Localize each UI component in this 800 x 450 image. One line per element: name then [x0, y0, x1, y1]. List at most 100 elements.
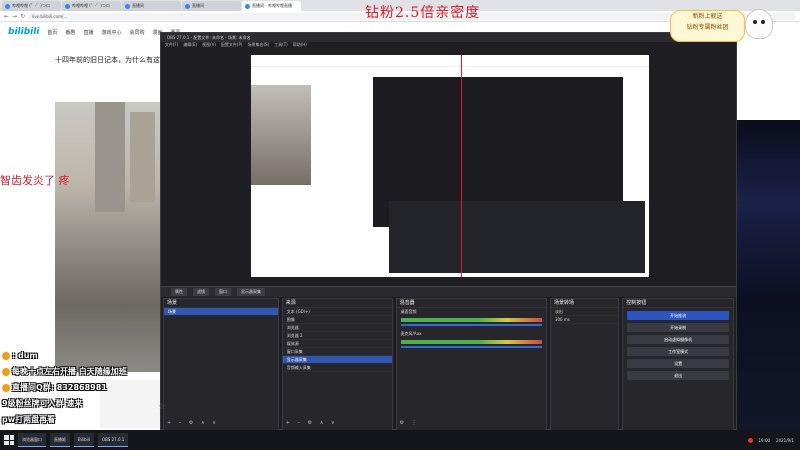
chat-overlay: : dum 每晚十点左右开播 白天随缘加班 直播间Q群: 832868981 9…: [0, 348, 162, 428]
filters-button[interactable]: 滤镜: [193, 288, 209, 296]
badge-line: 新粉上舰送: [692, 13, 723, 20]
scene-item[interactable]: 场景: [164, 308, 278, 316]
promo-badge: 新粉上舰送 钻粉专属粉丝团: [670, 10, 745, 42]
taskbar-item[interactable]: 直播姬: [50, 433, 70, 447]
browser-tab[interactable]: 哔哩哔哩 (゜-゜)つロ: [62, 1, 121, 11]
windows-start-icon[interactable]: [4, 435, 14, 445]
system-tray: 19:00 2021/9/1: [747, 437, 800, 443]
controls-dock: 控制按钮 开始推流 开始录制 启动虚拟摄像机 工作室模式 设置 退出: [622, 298, 734, 431]
obs-title-bar: OBS 27.0.1 - 配置文件: 未命名 - 场景: 未命名: [161, 33, 736, 42]
scene-controls[interactable]: + – ⚙ ∧ ∨: [167, 420, 219, 426]
source-item[interactable]: 浏览器 2: [282, 332, 392, 340]
chat-line: 直播间Q群: 832868981: [0, 380, 162, 396]
dock-title: 场景: [164, 299, 278, 308]
bilibili-logo[interactable]: bilibili: [8, 27, 39, 37]
source-item[interactable]: 浏览器: [282, 324, 392, 332]
browser-tab[interactable]: 直播间: [182, 1, 241, 11]
tiktok-icon: [2, 351, 10, 360]
menu-item[interactable]: 配置文件(P): [221, 42, 243, 48]
source-item[interactable]: 音频输入采集: [282, 364, 392, 372]
nav-link[interactable]: 番剧: [65, 29, 75, 36]
sources-dock: 来源 文本 (GDI+) 图像 浏览器 浏览器 2 媒体源 窗口采集 显示器采集…: [281, 298, 393, 431]
reload-icon[interactable]: ↻: [20, 13, 25, 20]
tab-favicon-icon: [125, 3, 130, 9]
source-item-selected[interactable]: 显示器采集: [282, 356, 392, 364]
video-thumbnail[interactable]: [55, 102, 165, 372]
nav-link[interactable]: 会员购: [129, 29, 144, 36]
audio-meter: [400, 318, 542, 322]
chat-line: 每晚十点左右开播 白天随缘加班: [0, 364, 162, 380]
mixer-channel-label: 桌面音频: [400, 309, 417, 314]
transition-select[interactable]: 淡出: [550, 308, 619, 316]
menu-item[interactable]: 编辑(E): [183, 42, 197, 48]
caption-overlay: 智齿发炎了 疼: [0, 174, 70, 187]
studio-mode-button[interactable]: 工作室模式: [627, 347, 729, 356]
stream-title-overlay: 钻粉2.5倍亲密度: [365, 5, 481, 21]
taskbar-item[interactable]: OBS 27.0.1: [97, 433, 129, 447]
forward-icon[interactable]: →: [12, 13, 17, 20]
dock-title: 来源: [282, 299, 392, 308]
building-shape: [95, 102, 125, 212]
tab-favicon-icon: [185, 3, 190, 9]
menu-item[interactable]: 工具(T): [274, 42, 288, 48]
side-panel: [737, 40, 800, 430]
virtual-camera-button[interactable]: 启动虚拟摄像机: [627, 335, 729, 344]
duration-field[interactable]: 300 ms: [550, 316, 619, 324]
chat-line: 9级粉丝牌可入群 速来: [2, 399, 83, 408]
mixer-channel-label: 麦克风/Aux: [400, 331, 422, 336]
menu-item[interactable]: 文件(F): [165, 42, 178, 48]
menu-item[interactable]: 场景集合(S): [247, 42, 269, 48]
tray-date[interactable]: 2021/9/1: [776, 438, 794, 443]
taskbar-item[interactable]: 浏览器窗口: [18, 433, 46, 447]
browser-tab[interactable]: 直播间: [122, 1, 181, 11]
properties-button[interactable]: 属性: [171, 288, 187, 296]
transitions-dock: 场景转场 淡出 300 ms: [549, 298, 620, 431]
chat-line: pw打两盘再看: [2, 415, 56, 424]
obs-menu-bar: 文件(F) 编辑(E) 视图(V) 配置文件(P) 场景集合(S) 工具(T) …: [161, 42, 736, 48]
browser-tab-active[interactable]: 直播间 - 哔哩哔哩直播: [242, 1, 301, 11]
settings-button[interactable]: 设置: [627, 359, 729, 368]
dock-title: 场景转场: [550, 299, 619, 308]
obs-window: OBS 27.0.1 - 配置文件: 未命名 - 场景: 未命名 文件(F) 编…: [160, 32, 737, 431]
volume-slider[interactable]: [400, 324, 542, 326]
menu-item[interactable]: 帮助(H): [293, 42, 307, 48]
clock-icon: [2, 367, 10, 376]
preview-page-nav: [251, 55, 649, 67]
source-item[interactable]: 图像: [282, 316, 392, 324]
source-controls[interactable]: + – ⚙ ∧ ∨: [286, 420, 338, 426]
browser-tab[interactable]: 哔哩哔哩 (゜-゜)つロ: [2, 1, 61, 11]
source-toolbar: 属性 滤镜 窗口 显示器采集: [161, 286, 736, 297]
window-select[interactable]: 窗口: [215, 288, 231, 296]
tab-favicon-icon: [5, 3, 10, 9]
menu-item[interactable]: 视图(V): [202, 42, 216, 48]
tray-time[interactable]: 19:00: [759, 438, 771, 443]
desktop: 哔哩哔哩 (゜-゜)つロ 哔哩哔哩 (゜-゜)つロ 直播间 直播间 直播间 - …: [0, 0, 800, 450]
dock-title: 混音器: [396, 299, 546, 308]
center-guide-line: [461, 55, 462, 277]
tab-favicon-icon: [65, 3, 70, 9]
qq-icon: [2, 383, 10, 392]
start-recording-button[interactable]: 开始录制: [627, 323, 729, 332]
tab-favicon-icon: [245, 3, 250, 9]
nav-link[interactable]: 直播: [83, 29, 93, 36]
mixer-settings-icon[interactable]: ⚙ ⋮: [400, 420, 420, 426]
mascot-avatar: [745, 9, 773, 39]
volume-slider[interactable]: [400, 346, 542, 348]
source-item[interactable]: 媒体源: [282, 340, 392, 348]
exit-button[interactable]: 退出: [627, 371, 729, 380]
start-streaming-button[interactable]: 开始推流: [627, 311, 729, 320]
building-shape: [130, 112, 155, 202]
audio-meter: [400, 340, 542, 344]
source-item[interactable]: 文本 (GDI+): [282, 308, 392, 316]
notification-icon[interactable]: [747, 437, 753, 443]
taskbar-item[interactable]: Bilibili: [74, 433, 94, 447]
nav-link[interactable]: 首页: [47, 29, 57, 36]
chat-line: : dum: [0, 348, 162, 364]
back-icon[interactable]: ←: [4, 13, 9, 20]
nav-link[interactable]: 游戏中心: [101, 29, 121, 36]
obs-docks: 场景 场景 + – ⚙ ∧ ∨ 来源 文本 (GDI+) 图像 浏览器 浏览器 …: [161, 298, 736, 431]
scenes-dock: 场景 场景 + – ⚙ ∧ ∨: [163, 298, 279, 431]
source-item[interactable]: 窗口采集: [282, 348, 392, 356]
display-capture-select[interactable]: 显示器采集: [237, 288, 265, 296]
obs-preview[interactable]: [251, 55, 649, 277]
